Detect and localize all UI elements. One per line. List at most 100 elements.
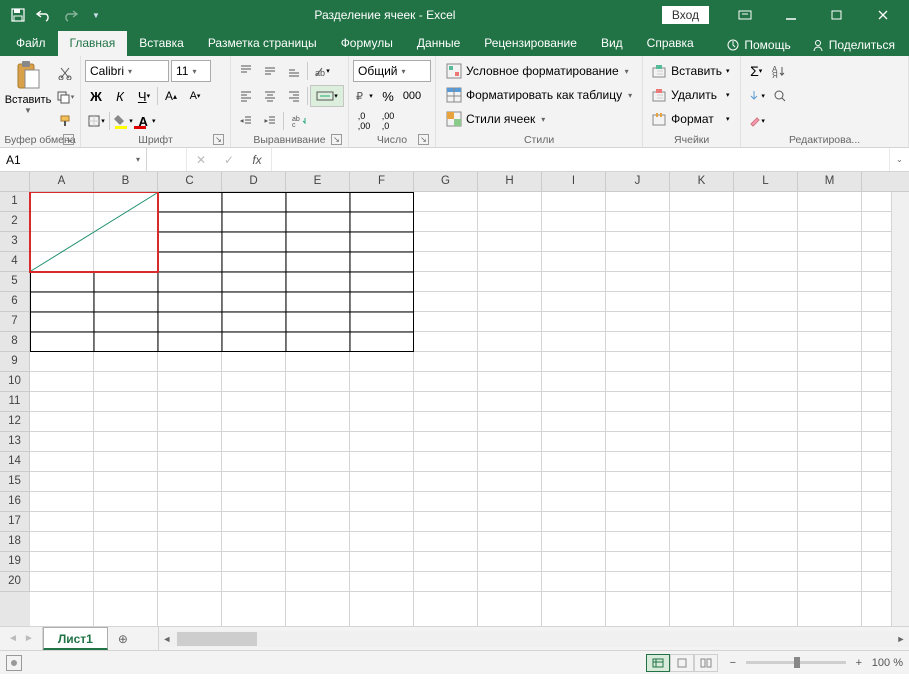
- name-box[interactable]: A1: [6, 153, 21, 167]
- tab-file[interactable]: Файл: [4, 31, 58, 56]
- zoom-out-button[interactable]: −: [726, 657, 740, 669]
- orientation-button[interactable]: ab▾: [310, 60, 332, 82]
- increase-font-button[interactable]: A▴: [160, 85, 182, 107]
- close-button[interactable]: [861, 0, 905, 30]
- copy-button[interactable]: ▾: [54, 86, 76, 108]
- row-header-16[interactable]: 16: [0, 492, 30, 512]
- zoom-level[interactable]: 100 %: [872, 657, 903, 669]
- column-header-H[interactable]: H: [478, 172, 542, 191]
- save-button[interactable]: [6, 3, 30, 27]
- normal-view-button[interactable]: [646, 654, 670, 672]
- row-header-4[interactable]: 4: [0, 252, 30, 272]
- record-macro-button[interactable]: [6, 655, 22, 671]
- row-header-9[interactable]: 9: [0, 352, 30, 372]
- underline-button[interactable]: Ч▾: [133, 85, 155, 107]
- cut-button[interactable]: [54, 62, 76, 84]
- fill-button[interactable]: ▾: [745, 85, 767, 107]
- column-header-K[interactable]: K: [670, 172, 734, 191]
- number-format-combo[interactable]: Общий▾: [353, 60, 431, 82]
- row-header-17[interactable]: 17: [0, 512, 30, 532]
- tab-help[interactable]: Справка: [635, 31, 706, 56]
- page-break-view-button[interactable]: [694, 654, 718, 672]
- expand-formula-bar[interactable]: ⌄: [889, 148, 909, 171]
- row-header-18[interactable]: 18: [0, 532, 30, 552]
- qat-customize[interactable]: ▼: [84, 3, 108, 27]
- font-size-combo[interactable]: 11▾: [171, 60, 211, 82]
- cell-styles-button[interactable]: Стили ячеек▾: [440, 108, 638, 130]
- redo-button[interactable]: [58, 3, 82, 27]
- increase-decimal-button[interactable]: ,0,00: [353, 110, 375, 132]
- zoom-in-button[interactable]: +: [852, 657, 866, 669]
- row-header-12[interactable]: 12: [0, 412, 30, 432]
- column-header-L[interactable]: L: [734, 172, 798, 191]
- tab-pagelayout[interactable]: Разметка страницы: [196, 31, 329, 56]
- tab-data[interactable]: Данные: [405, 31, 472, 56]
- fill-color-button[interactable]: ▾: [112, 110, 134, 132]
- sheet-nav-prev[interactable]: ►: [24, 633, 34, 644]
- row-header-3[interactable]: 3: [0, 232, 30, 252]
- row-header-15[interactable]: 15: [0, 472, 30, 492]
- clear-button[interactable]: ▾: [745, 110, 767, 132]
- column-header-I[interactable]: I: [542, 172, 606, 191]
- page-layout-view-button[interactable]: [670, 654, 694, 672]
- row-header-5[interactable]: 5: [0, 272, 30, 292]
- tab-home[interactable]: Главная: [58, 31, 128, 56]
- column-header-J[interactable]: J: [606, 172, 670, 191]
- insert-function-button[interactable]: fx: [243, 148, 271, 171]
- column-header-G[interactable]: G: [414, 172, 478, 191]
- autosum-button[interactable]: Σ▾: [745, 60, 767, 82]
- decrease-decimal-button[interactable]: ,00,0: [377, 110, 399, 132]
- increase-indent-button[interactable]: [259, 110, 281, 132]
- font-launcher[interactable]: ↘: [213, 134, 224, 145]
- cancel-formula-button[interactable]: ✕: [187, 148, 215, 171]
- row-header-1[interactable]: 1: [0, 192, 30, 212]
- zoom-slider[interactable]: [746, 661, 846, 664]
- column-header-D[interactable]: D: [222, 172, 286, 191]
- conditional-formatting-button[interactable]: Условное форматирование▾: [440, 60, 638, 82]
- column-header-B[interactable]: B: [94, 172, 158, 191]
- comma-style-button[interactable]: 000: [401, 85, 423, 107]
- delete-cells-button[interactable]: Удалить▾: [647, 84, 733, 106]
- row-header-20[interactable]: 20: [0, 572, 30, 592]
- row-header-6[interactable]: 6: [0, 292, 30, 312]
- row-header-7[interactable]: 7: [0, 312, 30, 332]
- tell-me[interactable]: Помощь: [720, 34, 796, 56]
- tab-formulas[interactable]: Формулы: [329, 31, 405, 56]
- number-launcher[interactable]: ↘: [418, 134, 429, 145]
- column-header-A[interactable]: A: [30, 172, 94, 191]
- align-top-button[interactable]: [235, 60, 257, 82]
- hscroll-thumb[interactable]: [177, 632, 257, 646]
- decrease-indent-button[interactable]: [235, 110, 257, 132]
- sheet-nav-first[interactable]: ◄: [8, 633, 18, 644]
- find-select-button[interactable]: [769, 85, 791, 107]
- merge-button[interactable]: ▾: [310, 85, 344, 107]
- font-color-button[interactable]: A▾: [136, 110, 158, 132]
- format-cells-button[interactable]: Формат▾: [647, 108, 733, 130]
- maximize-button[interactable]: [815, 0, 859, 30]
- alignment-launcher[interactable]: ↘: [331, 134, 342, 145]
- align-bottom-button[interactable]: [283, 60, 305, 82]
- formula-bar-input[interactable]: [272, 148, 889, 171]
- wrap-text-button[interactable]: abc: [286, 110, 314, 132]
- sort-filter-button[interactable]: AЯ: [769, 60, 791, 82]
- align-middle-button[interactable]: [259, 60, 281, 82]
- row-header-10[interactable]: 10: [0, 372, 30, 392]
- column-header-E[interactable]: E: [286, 172, 350, 191]
- sheet-tab-1[interactable]: Лист1: [43, 627, 108, 650]
- accounting-format-button[interactable]: ₽▾: [353, 85, 375, 107]
- column-header-C[interactable]: C: [158, 172, 222, 191]
- select-all-corner[interactable]: [0, 172, 30, 191]
- signin-button[interactable]: Вход: [662, 6, 709, 24]
- new-sheet-button[interactable]: ⊕: [108, 627, 138, 650]
- percent-button[interactable]: %: [377, 85, 399, 107]
- share-button[interactable]: Поделиться: [805, 34, 901, 56]
- italic-button[interactable]: К: [109, 85, 131, 107]
- enter-formula-button[interactable]: ✓: [215, 148, 243, 171]
- horizontal-scrollbar[interactable]: ◄ ►: [159, 631, 909, 647]
- row-header-8[interactable]: 8: [0, 332, 30, 352]
- row-header-19[interactable]: 19: [0, 552, 30, 572]
- clipboard-launcher[interactable]: ↘: [63, 134, 74, 145]
- row-header-14[interactable]: 14: [0, 452, 30, 472]
- ribbon-display-options[interactable]: [723, 0, 767, 30]
- format-painter-button[interactable]: [54, 110, 76, 132]
